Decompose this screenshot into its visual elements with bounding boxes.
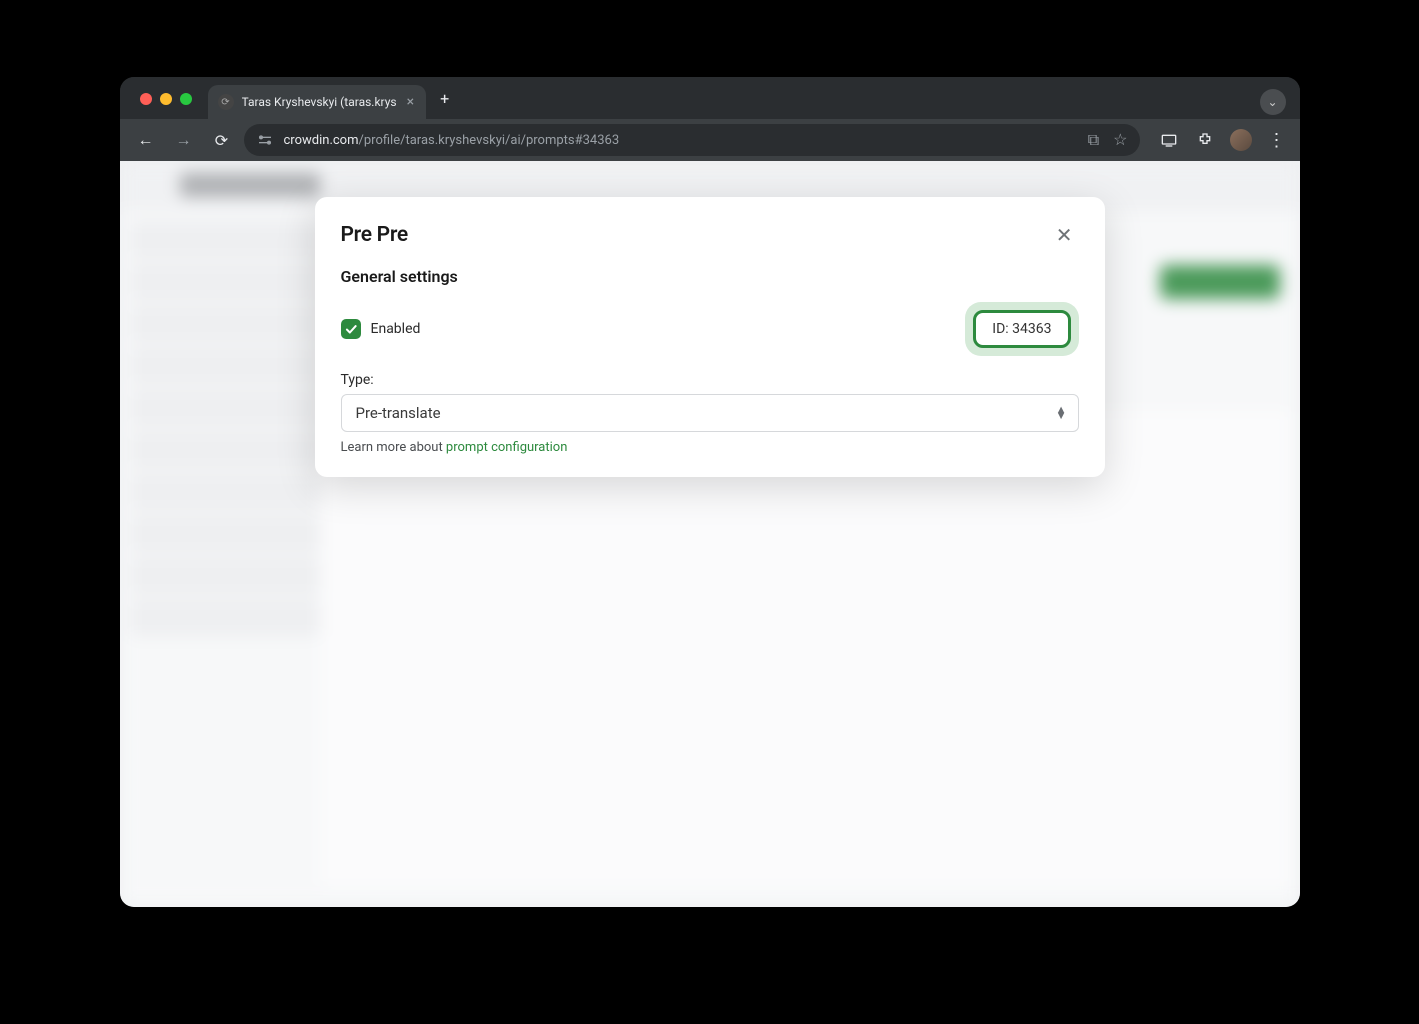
modal-title: Pre Pre <box>341 223 408 247</box>
help-text: Learn more about prompt configuration <box>341 440 1079 455</box>
close-modal-button[interactable]: ✕ <box>1050 223 1079 247</box>
reload-button[interactable]: ⟳ <box>206 124 238 156</box>
type-select[interactable]: Pre-translate <box>341 394 1079 432</box>
minimize-window-button[interactable] <box>160 93 172 105</box>
browser-tab[interactable]: ⟳ Taras Kryshevskyi (taras.krys × <box>208 85 427 119</box>
enabled-label: Enabled <box>371 321 421 337</box>
address-bar[interactable]: crowdin.com/profile/taras.kryshevskyi/ai… <box>244 124 1140 156</box>
forward-button[interactable]: → <box>168 124 200 156</box>
url-bar: ← → ⟳ crowdin.com/profile/taras.kryshevs… <box>120 119 1300 161</box>
url-domain: crowdin.com <box>284 133 359 148</box>
maximize-window-button[interactable] <box>180 93 192 105</box>
id-badge: ID: 34363 <box>973 310 1070 348</box>
open-external-icon[interactable]: ⧉ <box>1088 130 1099 150</box>
site-settings-icon[interactable] <box>256 131 274 149</box>
browser-window: ⌄ ⟳ Taras Kryshevskyi (taras.krys × + ← … <box>120 77 1300 907</box>
close-window-button[interactable] <box>140 93 152 105</box>
tab-bar: ⟳ Taras Kryshevskyi (taras.krys × + <box>120 77 1300 119</box>
select-caret-icon: ▲▼ <box>1056 407 1067 419</box>
window-controls <box>134 79 208 117</box>
prompt-settings-modal: Pre Pre ✕ General settings Enabled ID: 3… <box>315 197 1105 477</box>
check-icon <box>344 322 358 336</box>
device-icon[interactable] <box>1156 127 1182 153</box>
section-general-title: General settings <box>341 267 1079 286</box>
close-tab-button[interactable]: × <box>405 94 416 110</box>
browser-menu-button[interactable]: ⋮ <box>1264 127 1290 153</box>
window-dropdown-button[interactable]: ⌄ <box>1260 89 1286 115</box>
type-label: Type: <box>341 372 1079 388</box>
prompt-configuration-link[interactable]: prompt configuration <box>446 440 567 455</box>
url-path: /profile/taras.kryshevskyi/ai/prompts#34… <box>359 133 620 148</box>
help-prefix: Learn more about <box>341 440 446 455</box>
back-button[interactable]: ← <box>130 124 162 156</box>
url-text: crowdin.com/profile/taras.kryshevskyi/ai… <box>284 133 1078 148</box>
id-badge-highlight: ID: 34363 <box>965 302 1078 356</box>
chevron-down-icon: ⌄ <box>1267 95 1277 109</box>
tab-favicon: ⟳ <box>218 94 234 110</box>
enabled-checkbox[interactable] <box>341 319 361 339</box>
profile-avatar[interactable] <box>1228 127 1254 153</box>
tab-title: Taras Kryshevskyi (taras.krys <box>242 95 397 109</box>
toolbar-right: ⋮ <box>1146 127 1290 153</box>
extensions-icon[interactable] <box>1192 127 1218 153</box>
type-value: Pre-translate <box>356 404 441 422</box>
content-area: Pre Pre ✕ General settings Enabled ID: 3… <box>120 161 1300 907</box>
bookmark-icon[interactable]: ☆ <box>1113 130 1127 150</box>
new-tab-button[interactable]: + <box>426 89 463 108</box>
close-icon: ✕ <box>1056 223 1073 247</box>
